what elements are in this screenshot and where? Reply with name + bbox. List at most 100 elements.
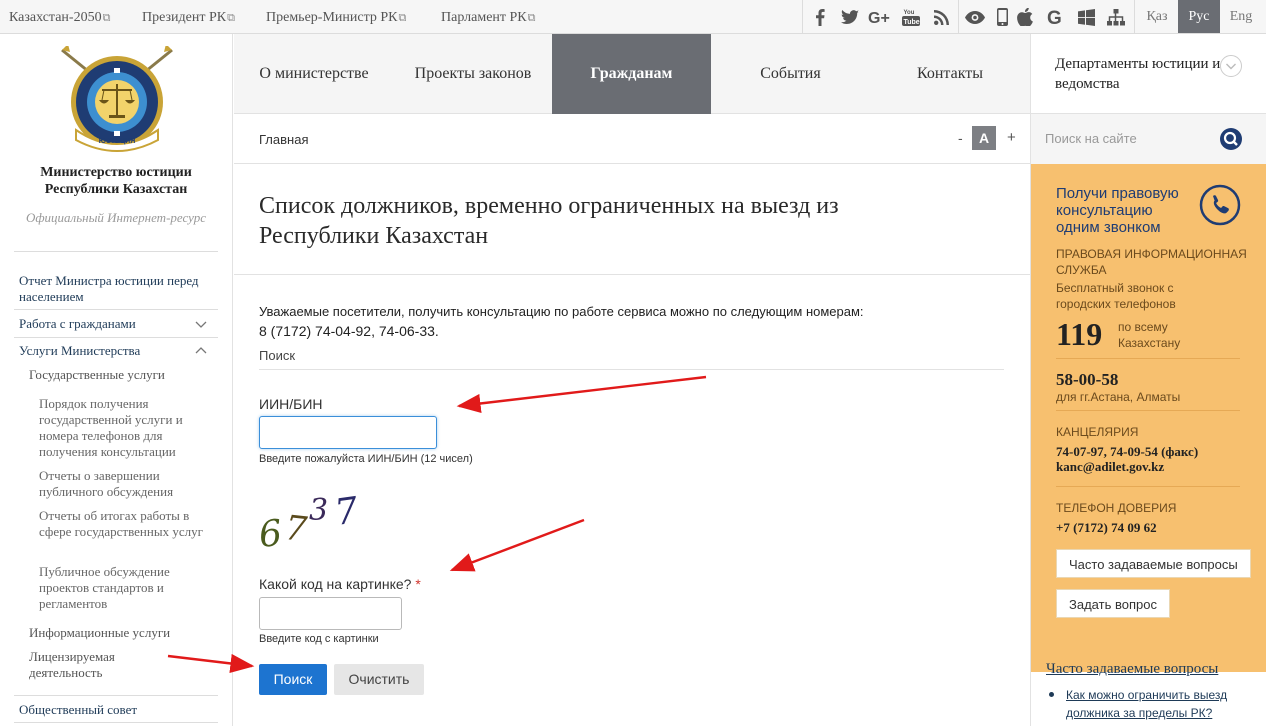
- link-prime-minister[interactable]: Премьер-Министр РК⧉: [266, 10, 406, 26]
- office-email[interactable]: kanc@adilet.gov.kz: [1056, 459, 1164, 475]
- youtube-icon[interactable]: You Tube: [901, 8, 921, 26]
- divider: [1056, 486, 1240, 487]
- ask-question-button[interactable]: Задать вопрос: [1056, 589, 1170, 618]
- sidebar-item-public-discussion[interactable]: Публичное обсуждение проектов стандартов…: [39, 564, 199, 612]
- external-link-icon: ⧉: [398, 12, 407, 24]
- sidebar-item-gov-services[interactable]: Государственные услуги: [29, 367, 165, 383]
- lang-rus[interactable]: Рус: [1178, 0, 1220, 33]
- departments-label: Департаменты юстиции и ведомства: [1055, 56, 1221, 92]
- divider: [14, 337, 218, 338]
- site-search-input[interactable]: Поиск на сайте: [1045, 131, 1137, 146]
- nav-events[interactable]: События: [711, 34, 870, 114]
- clear-button[interactable]: Очистить: [334, 664, 424, 695]
- captcha-digit: 6: [259, 513, 284, 554]
- captcha-hint: Введите код с картинки: [259, 633, 379, 645]
- sidebar-item-info-services[interactable]: Информационные услуги: [29, 625, 170, 641]
- required-mark: *: [415, 576, 421, 592]
- trust-line-label: ТЕЛЕФОН ДОВЕРИЯ: [1056, 501, 1177, 515]
- lang-kaz[interactable]: Қаз: [1136, 0, 1178, 33]
- faq-heading-link[interactable]: Часто задаваемые вопросы: [1046, 661, 1218, 678]
- hotline-number[interactable]: 119: [1056, 316, 1102, 353]
- twitter-icon[interactable]: [840, 8, 860, 26]
- city-number[interactable]: 58-00-58: [1056, 370, 1118, 390]
- main-nav: О министерстве Проекты законов Гражданам…: [234, 34, 1030, 114]
- link-president[interactable]: Президент РК⧉: [142, 10, 235, 26]
- divider: [14, 309, 218, 310]
- breadcrumb-bar: Главная - A +: [234, 114, 1030, 164]
- consult-title: Получи правовую консультацию одним звонк…: [1056, 185, 1179, 236]
- captcha-input[interactable]: [259, 597, 402, 630]
- search-heading: Поиск: [259, 348, 296, 363]
- nav-contacts[interactable]: Контакты: [870, 34, 1030, 114]
- font-size-default-button[interactable]: A: [972, 126, 996, 150]
- svg-text:G+: G+: [868, 10, 890, 25]
- city-note: для гг.Астана, Алматы: [1056, 390, 1181, 404]
- breadcrumb-home[interactable]: Главная: [259, 132, 308, 147]
- apple-icon[interactable]: [1015, 8, 1035, 26]
- trust-line-phone[interactable]: +7 (7172) 74 09 62: [1056, 520, 1157, 536]
- divider: [1056, 410, 1240, 411]
- divider: [1056, 358, 1240, 359]
- mobile-icon[interactable]: [992, 8, 1012, 26]
- faq-button[interactable]: Часто задаваемые вопросы: [1056, 549, 1251, 578]
- divider: [14, 722, 218, 723]
- link-kazakhstan-2050[interactable]: Казахстан-2050⧉: [9, 10, 110, 26]
- office-phones[interactable]: 74-07-97, 74-09-54 (факс): [1056, 444, 1198, 460]
- eye-icon[interactable]: [965, 8, 985, 26]
- right-column: Департаменты юстиции и ведомства Поиск н…: [1030, 34, 1266, 726]
- departments-dropdown[interactable]: Департаменты юстиции и ведомства: [1031, 34, 1266, 114]
- sidebar-item-ministry-services[interactable]: Услуги Министерства: [19, 343, 140, 359]
- nav-citizens[interactable]: Гражданам: [552, 34, 711, 114]
- divider: [259, 369, 1004, 370]
- google-plus-icon[interactable]: G+: [868, 8, 894, 26]
- divider: [234, 274, 1030, 275]
- iin-hint: Введите пожалуйста ИИН/БИН (12 чисел): [259, 453, 473, 465]
- sidebar-item-discussion-reports[interactable]: Отчеты о завершении публичного обсуждени…: [39, 468, 214, 500]
- facebook-icon[interactable]: [810, 8, 830, 26]
- sidebar-item-licensed-activity[interactable]: Лицензируемая деятельность: [29, 649, 139, 681]
- sidebar-item-work-with-citizens[interactable]: Работа с гражданами: [19, 316, 136, 332]
- sitemap-icon[interactable]: [1106, 8, 1126, 26]
- search-icon[interactable]: [1219, 127, 1243, 151]
- top-bar: Казахстан-2050⧉ Президент РК⧉ Премьер-Ми…: [0, 0, 1266, 34]
- chevron-down-icon[interactable]: [1219, 54, 1243, 78]
- divider: [958, 0, 959, 34]
- captcha-digit: 7: [283, 508, 309, 550]
- notice-text: Уважаемые посетители, получить консульта…: [259, 304, 864, 319]
- external-link-icon: ⧉: [527, 12, 536, 24]
- svg-text:Tube: Tube: [904, 19, 920, 26]
- divider: [802, 0, 803, 34]
- divider: [14, 695, 218, 696]
- ministry-emblem-logo[interactable]: ЮСТИЦИЯ: [58, 46, 176, 154]
- office-label: КАНЦЕЛЯРИЯ: [1056, 425, 1139, 439]
- bullet: [1049, 692, 1054, 697]
- free-call-note: Бесплатный звонок с городских телефонов: [1056, 281, 1176, 311]
- phone-icon: [1199, 184, 1241, 226]
- chevron-up-icon[interactable]: [194, 345, 208, 357]
- sidebar-item-minister-report[interactable]: Отчет Министра юстиции перед населением: [19, 273, 224, 305]
- rss-icon[interactable]: [931, 8, 951, 26]
- legal-consultation-panel: Получи правовую консультацию одним звонк…: [1031, 164, 1266, 672]
- faq-item-link[interactable]: Как можно ограничить выезд должника за п…: [1066, 686, 1251, 722]
- lang-eng[interactable]: Eng: [1220, 0, 1262, 33]
- font-size-increase-button[interactable]: +: [1007, 129, 1016, 146]
- search-button[interactable]: Поиск: [259, 664, 327, 695]
- divider: [14, 251, 218, 252]
- sidebar-item-work-results[interactable]: Отчеты об итогах работы в сфере государс…: [39, 508, 214, 540]
- nav-draft-laws[interactable]: Проекты законов: [394, 34, 552, 114]
- chevron-down-icon[interactable]: [194, 319, 208, 331]
- nav-about-ministry[interactable]: О министерстве: [234, 34, 394, 114]
- ministry-name[interactable]: Министерство юстиции Республики Казахста…: [14, 164, 218, 198]
- google-icon[interactable]: G: [1045, 8, 1065, 26]
- external-link-icon: ⧉: [102, 12, 111, 24]
- notice-phones: 8 (7172) 74-04-92, 74-06-33.: [259, 323, 439, 339]
- page-title: Список должников, временно ограниченных …: [259, 193, 839, 249]
- sidebar-item-public-council[interactable]: Общественный совет: [19, 702, 137, 718]
- windows-icon[interactable]: [1076, 8, 1096, 26]
- link-parliament[interactable]: Парламент РК⧉: [441, 10, 536, 26]
- font-size-decrease-button[interactable]: -: [958, 130, 963, 146]
- sidebar: ЮСТИЦИЯ Министерство юстиции Республики …: [0, 34, 233, 726]
- iin-input[interactable]: [259, 416, 437, 449]
- sidebar-item-procedure[interactable]: Порядок получения государственной услуги…: [39, 396, 214, 460]
- site-search: Поиск на сайте: [1031, 114, 1266, 164]
